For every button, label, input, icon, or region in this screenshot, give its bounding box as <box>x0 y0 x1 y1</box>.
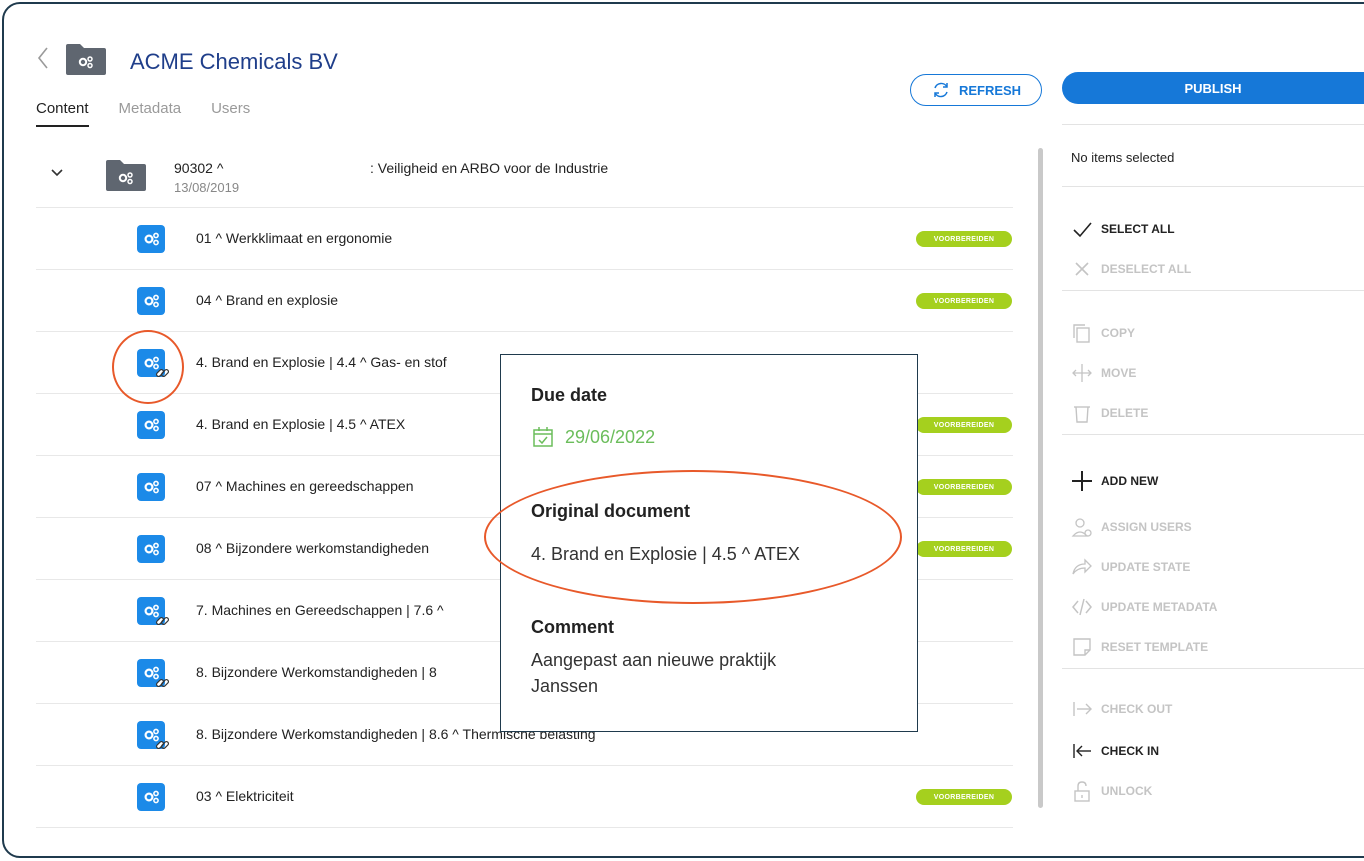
folder-settings-icon <box>66 44 106 75</box>
action-label: RESET TEMPLATE <box>1101 640 1209 654</box>
tab-bar: Content Metadata Users <box>36 100 250 127</box>
divider <box>1062 434 1364 435</box>
item-label: 08 ^ Bijzondere werkomstandigheden <box>196 540 430 556</box>
refresh-label: REFRESH <box>958 82 1022 98</box>
document-settings-icon <box>137 783 165 811</box>
highlight-ellipse <box>484 470 902 604</box>
divider <box>1062 668 1364 669</box>
scrollbar[interactable] <box>1038 148 1043 808</box>
item-label: 07 ^ Machines en gereedschappen <box>196 478 414 494</box>
item-label: 04 ^ Brand en explosie <box>196 292 338 308</box>
document-settings-icon <box>137 411 165 439</box>
item-label: 01 ^ Werkklimaat en ergonomie <box>196 230 393 246</box>
check-out-button[interactable]: CHECK OUT <box>1071 698 1172 720</box>
action-label: MOVE <box>1101 366 1137 380</box>
comment-heading: Comment <box>531 617 615 637</box>
action-label: ADD NEW <box>1101 474 1159 488</box>
document-settings-icon <box>137 473 165 501</box>
reset-template-button[interactable]: RESET TEMPLATE <box>1071 636 1208 658</box>
action-label: UPDATE METADATA <box>1101 600 1218 614</box>
action-label: CHECK IN <box>1101 744 1160 758</box>
calendar-check-icon <box>533 427 553 447</box>
status-badge: VOORBEREIDEN <box>916 479 1012 495</box>
status-badge: VOORBEREIDEN <box>916 231 1012 247</box>
item-label: 03 ^ Elektriciteit <box>196 788 294 804</box>
code-icon <box>1071 596 1093 618</box>
list-item[interactable]: 03 ^ Elektriciteit VOORBEREIDEN <box>36 766 1013 828</box>
item-label: 8. Bijzondere Werkomstandigheden | 8 <box>196 664 437 680</box>
due-date-heading: Due date <box>531 385 608 405</box>
x-icon <box>1071 258 1093 280</box>
tab-users[interactable]: Users <box>211 100 250 127</box>
deselect-all-button[interactable]: DESELECT ALL <box>1071 258 1191 280</box>
due-date: 29/06/2022 <box>531 425 655 449</box>
status-badge: VOORBEREIDEN <box>916 417 1012 433</box>
item-label: 7. Machines en Gereedschappen | 7.6 ^ <box>196 602 444 618</box>
check-icon <box>1071 218 1093 240</box>
folder-title: : Veiligheid en ARBO voor de Industrie <box>370 160 609 176</box>
move-button[interactable]: MOVE <box>1071 362 1136 384</box>
action-label: UNLOCK <box>1101 784 1153 798</box>
parent-folder-row[interactable]: 90302 ^ : Veiligheid en ARBO voor de Ind… <box>36 140 1013 208</box>
copy-icon <box>1071 322 1093 344</box>
comment-line: Janssen <box>531 676 599 696</box>
highlight-circle <box>112 330 184 404</box>
update-metadata-button[interactable]: UPDATE METADATA <box>1071 596 1217 618</box>
action-label: SELECT ALL <box>1101 222 1175 236</box>
check-in-button[interactable]: CHECK IN <box>1071 740 1159 762</box>
item-label: 4. Brand en Explosie | 4.5 ^ ATEX <box>196 416 406 432</box>
state-arrow-icon <box>1071 556 1093 578</box>
tab-content[interactable]: Content <box>36 100 89 127</box>
document-settings-icon <box>137 287 165 315</box>
back-chevron-icon[interactable] <box>36 46 50 70</box>
plus-icon <box>1071 470 1093 492</box>
action-label: DELETE <box>1101 406 1149 420</box>
status-badge: VOORBEREIDEN <box>916 293 1012 309</box>
update-state-button[interactable]: UPDATE STATE <box>1071 556 1190 578</box>
move-icon <box>1071 362 1093 384</box>
divider <box>1062 186 1364 187</box>
status-badge: VOORBEREIDEN <box>916 789 1012 805</box>
refresh-icon <box>934 82 948 98</box>
action-label: COPY <box>1101 326 1136 340</box>
linked-document-icon <box>137 659 170 688</box>
item-label: 4. Brand en Explosie | 4.4 ^ Gas- en sto… <box>196 354 447 370</box>
tab-metadata[interactable]: Metadata <box>119 100 182 127</box>
publish-button[interactable]: PUBLISH <box>1062 72 1364 104</box>
selection-status: No items selected <box>1071 150 1175 165</box>
copy-button[interactable]: COPY <box>1071 322 1135 344</box>
linked-document-icon <box>137 721 170 750</box>
unlock-button[interactable]: UNLOCK <box>1071 780 1152 802</box>
delete-button[interactable]: DELETE <box>1071 402 1148 424</box>
status-badge: VOORBEREIDEN <box>916 541 1012 557</box>
trash-icon <box>1071 402 1093 424</box>
action-label: DESELECT ALL <box>1101 262 1192 276</box>
user-icon <box>1071 516 1093 538</box>
folder-settings-icon <box>106 160 146 191</box>
chevron-down-icon[interactable] <box>50 168 64 178</box>
document-settings-icon <box>137 225 165 253</box>
action-label: UPDATE STATE <box>1101 560 1191 574</box>
document-settings-icon <box>137 535 165 563</box>
divider <box>1062 124 1364 125</box>
unlock-icon <box>1071 780 1093 802</box>
page-title: ACME Chemicals BV <box>130 49 338 74</box>
due-date-value: 29/06/2022 <box>565 426 656 447</box>
check-in-icon <box>1071 740 1093 762</box>
linked-document-icon <box>137 597 170 626</box>
check-out-icon <box>1071 698 1093 720</box>
divider <box>1062 290 1364 291</box>
add-new-button[interactable]: ADD NEW <box>1071 470 1158 492</box>
action-label: CHECK OUT <box>1101 702 1173 716</box>
list-item[interactable]: 04 ^ Brand en explosie VOORBEREIDEN <box>36 270 1013 332</box>
assign-users-button[interactable]: ASSIGN USERS <box>1071 516 1192 538</box>
list-item[interactable]: 01 ^ Werkklimaat en ergonomie VOORBEREIDE… <box>36 208 1013 270</box>
note-icon <box>1071 636 1093 658</box>
comment-line: Aangepast aan nieuwe praktijk <box>531 650 777 670</box>
select-all-button[interactable]: SELECT ALL <box>1071 218 1175 240</box>
folder-date: 13/08/2019 <box>174 180 240 195</box>
folder-code: 90302 ^ <box>174 160 224 176</box>
action-label: ASSIGN USERS <box>1101 520 1192 534</box>
refresh-button[interactable]: REFRESH <box>910 74 1042 106</box>
